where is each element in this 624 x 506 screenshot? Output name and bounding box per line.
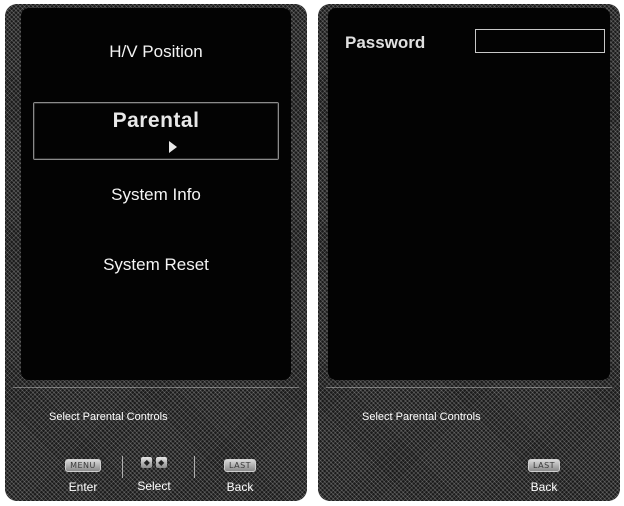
hint-text: Select Parental Controls — [49, 411, 168, 423]
hint-text: Select Parental Controls — [362, 411, 481, 423]
menu-key-icon: MENU — [65, 459, 101, 472]
enter-label: Enter — [68, 480, 98, 494]
select-button[interactable]: ◆ ◆ Select — [132, 457, 176, 493]
select-label: Select — [137, 479, 171, 493]
button-separator — [194, 456, 195, 478]
up-down-arrows-icon: ◆ — [155, 457, 167, 468]
left-right-arrows-icon: ◆ — [141, 457, 153, 468]
back-label: Back — [226, 480, 254, 494]
arrow-right-icon — [169, 141, 177, 153]
enter-button[interactable]: MENU Enter — [61, 457, 105, 494]
menu-item-hv-position[interactable]: H/V Position — [21, 42, 291, 62]
back-label: Back — [530, 480, 558, 494]
footer-divider — [326, 387, 612, 388]
footer-divider — [13, 387, 299, 388]
menu-panel: H/V Position Parental System Info System… — [21, 8, 291, 380]
password-input[interactable] — [475, 29, 605, 53]
menu-item-system-info[interactable]: System Info — [21, 185, 291, 205]
menu-item-system-reset[interactable]: System Reset — [21, 255, 291, 275]
back-button[interactable]: LAST Back — [522, 457, 566, 494]
password-label: Password — [345, 33, 426, 52]
last-key-icon: LAST — [527, 459, 561, 472]
settings-menu-screen: H/V Position Parental System Info System… — [5, 4, 307, 501]
last-key-icon: LAST — [223, 459, 257, 472]
password-panel — [328, 8, 610, 380]
menu-item-parental[interactable]: Parental — [21, 109, 291, 133]
back-button[interactable]: LAST Back — [218, 457, 262, 494]
password-screen: Password Select Parental Controls LAST B… — [318, 4, 620, 501]
button-separator — [122, 456, 123, 478]
